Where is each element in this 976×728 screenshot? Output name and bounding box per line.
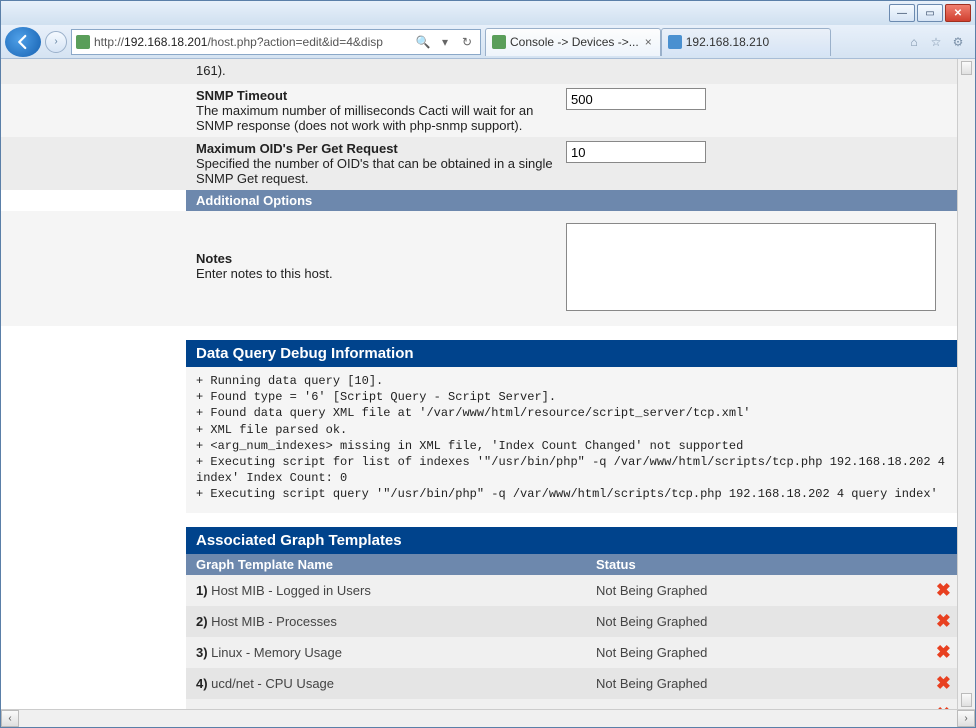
browser-window: — ▭ ✕ › http://192.168.18.201/host.php?a…	[0, 0, 976, 728]
maximize-button[interactable]: ▭	[917, 4, 943, 22]
col-graph-template-name: Graph Template Name	[196, 557, 596, 572]
address-bar[interactable]: http://192.168.18.201/host.php?action=ed…	[71, 29, 481, 55]
scroll-track[interactable]	[19, 710, 957, 727]
title: SNMP Timeout	[196, 88, 287, 103]
row-max-oids: Maximum OID's Per Get Request Specified …	[1, 137, 961, 190]
row-snmp-timeout: SNMP Timeout The maximum number of milli…	[1, 84, 961, 137]
back-button[interactable]	[5, 27, 41, 57]
scroll-right-icon[interactable]: ›	[957, 710, 975, 727]
desc: Enter notes to this host.	[196, 266, 333, 281]
favorites-icon[interactable]: ☆	[927, 33, 945, 51]
table-row: 4) ucd/net - CPU UsageNot Being Graphed ✖	[186, 668, 961, 699]
input-max-oids[interactable]	[566, 141, 706, 163]
close-button[interactable]: ✕	[945, 4, 971, 22]
header-additional-options: Additional Options	[186, 190, 961, 211]
url-text: http://192.168.18.201/host.php?action=ed…	[94, 35, 410, 49]
graph-table-header: Graph Template Name Status	[186, 554, 961, 575]
toolbar-icons: ⌂ ☆ ⚙	[901, 33, 971, 51]
cell-name: 3) Linux - Memory Usage	[196, 645, 596, 660]
url-scheme: http://	[94, 35, 124, 49]
table-row: 3) Linux - Memory UsageNot Being Graphed…	[186, 637, 961, 668]
browser-navbar: › http://192.168.18.201/host.php?action=…	[1, 25, 975, 59]
title: Maximum OID's Per Get Request	[196, 141, 398, 156]
vertical-scrollbar[interactable]	[957, 59, 975, 709]
tab-label: 192.168.18.210	[686, 35, 769, 49]
window-titlebar: — ▭ ✕	[1, 1, 975, 25]
cell-name: 1) Host MIB - Logged in Users	[196, 583, 596, 598]
page-content: 161). SNMP Timeout The maximum number of…	[1, 59, 961, 709]
horizontal-scrollbar[interactable]: ‹ ›	[1, 709, 975, 727]
url-path: /host.php?action=edit&id=4&disp	[207, 35, 382, 49]
tab-strip: Console -> Devices ->... × 192.168.18.21…	[485, 28, 897, 56]
header-associated-graph-templates: Associated Graph Templates	[186, 527, 961, 554]
cacti-icon	[492, 35, 506, 49]
input-snmp-timeout[interactable]	[566, 88, 706, 110]
tab-console-devices[interactable]: Console -> Devices ->... ×	[485, 28, 661, 56]
label-snmp-timeout: SNMP Timeout The maximum number of milli…	[196, 88, 566, 133]
label-max-oids: Maximum OID's Per Get Request Specified …	[196, 141, 566, 186]
cell-status: Not Being Graphed	[596, 614, 927, 629]
arrow-left-icon	[14, 33, 32, 51]
page-icon	[668, 35, 682, 49]
cell-status: Not Being Graphed	[596, 676, 927, 691]
delete-icon[interactable]: ✖	[936, 580, 951, 600]
refresh-icon[interactable]: ↻	[458, 33, 476, 51]
page-scroll[interactable]: 161). SNMP Timeout The maximum number of…	[1, 59, 975, 709]
minimize-button[interactable]: —	[889, 4, 915, 22]
spacer	[186, 326, 961, 340]
url-host: 192.168.18.201	[124, 35, 207, 49]
desc: Specified the number of OID's that can b…	[196, 156, 553, 186]
col-status: Status	[596, 557, 951, 572]
cell-status: Not Being Graphed	[596, 583, 927, 598]
cell-name: 4) ucd/net - CPU Usage	[196, 676, 596, 691]
debug-output: + Running data query [10]. + Found type …	[186, 367, 961, 513]
spacer	[186, 513, 961, 527]
tab-label: Console -> Devices ->...	[510, 35, 639, 49]
cell-name: 2) Host MIB - Processes	[196, 614, 596, 629]
delete-icon[interactable]: ✖	[936, 673, 951, 693]
gear-icon[interactable]: ⚙	[949, 33, 967, 51]
prev-row-tail: 161).	[196, 63, 226, 78]
search-icon[interactable]: 🔍	[414, 33, 432, 51]
table-row: 2) Host MIB - ProcessesNot Being Graphed…	[186, 606, 961, 637]
textarea-notes[interactable]	[566, 223, 936, 311]
dropdown-icon[interactable]: ▾	[436, 33, 454, 51]
label-notes: Notes Enter notes to this host.	[196, 223, 566, 314]
home-icon[interactable]: ⌂	[905, 33, 923, 51]
graph-rows: 1) Host MIB - Logged in UsersNot Being G…	[1, 575, 961, 710]
tab-ip-address[interactable]: 192.168.18.210	[661, 28, 831, 56]
table-row: 1) Host MIB - Logged in UsersNot Being G…	[186, 575, 961, 606]
delete-icon[interactable]: ✖	[936, 642, 951, 662]
header-debug-info: Data Query Debug Information	[186, 340, 961, 367]
delete-icon[interactable]: ✖	[936, 611, 951, 631]
title: Notes	[196, 251, 232, 266]
tab-close-icon[interactable]: ×	[643, 35, 654, 49]
cell-status: Not Being Graphed	[596, 645, 927, 660]
content-area: 161). SNMP Timeout The maximum number of…	[1, 59, 975, 727]
desc: The maximum number of milliseconds Cacti…	[196, 103, 533, 133]
row-notes: Notes Enter notes to this host.	[1, 211, 961, 326]
forward-button[interactable]: ›	[45, 31, 67, 53]
truncated-prev-row: 161).	[1, 59, 961, 84]
table-row: 5) ucd/net - Load AverageNot Being Graph…	[186, 699, 961, 710]
scroll-left-icon[interactable]: ‹	[1, 710, 19, 727]
site-icon	[76, 35, 90, 49]
